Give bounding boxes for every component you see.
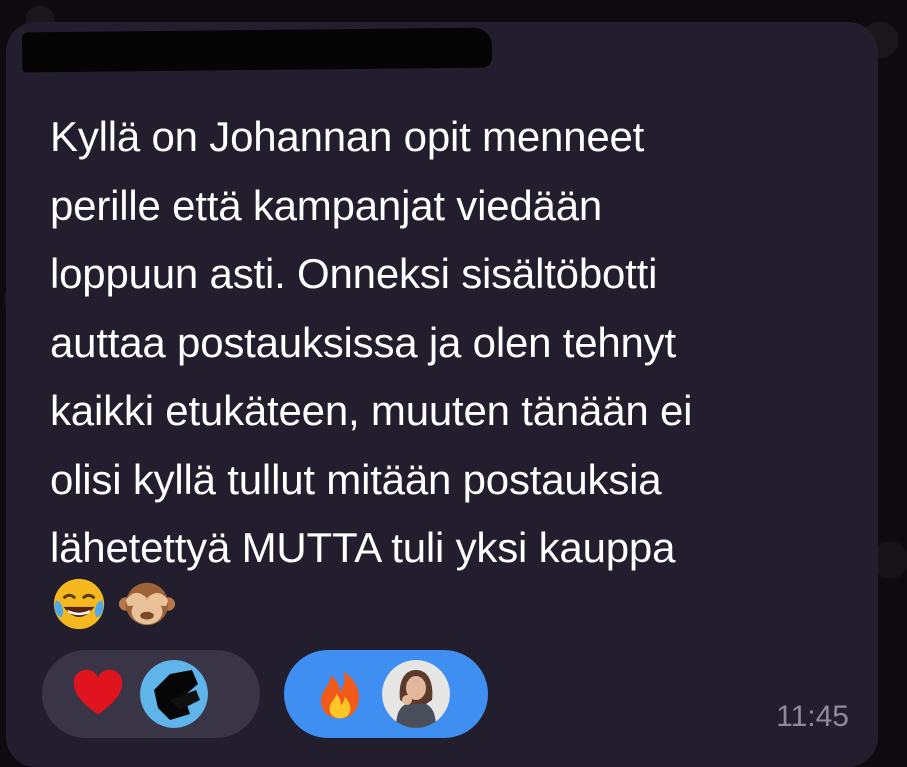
see-no-evil-monkey-icon bbox=[118, 582, 176, 626]
message-timestamp: 11:45 bbox=[776, 700, 849, 733]
fire-icon bbox=[320, 671, 360, 719]
message-text: Kyllä on Johannan opit menneet perille e… bbox=[50, 113, 693, 571]
redacted-sender-name bbox=[21, 27, 493, 73]
reactions-bar bbox=[42, 650, 488, 740]
red-heart-icon bbox=[73, 669, 123, 715]
reaction-heart[interactable] bbox=[42, 650, 260, 738]
reaction-fire[interactable] bbox=[284, 650, 488, 738]
message-emoji-row bbox=[50, 575, 176, 645]
redacted-avatar[interactable] bbox=[140, 660, 208, 728]
user-photo-avatar[interactable] bbox=[382, 660, 450, 728]
face-with-tears-of-joy-icon bbox=[53, 578, 105, 630]
